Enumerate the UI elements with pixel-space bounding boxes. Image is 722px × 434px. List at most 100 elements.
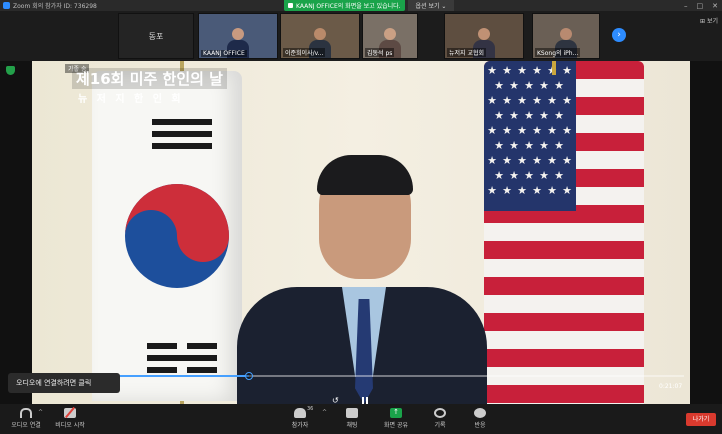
stars-icon: ★ ★ ★ ★ ★ ★ ★ ★ ★ ★ ★ ★ ★ ★ ★ ★ ★ ★ ★ ★ ★ ★ ★ ★ ★ ★ ★ ★ ★ ★ ★ ★ ★ ★ ★ ★ ★ ★ ★ ★… xyxy=(487,64,572,197)
speaker-hair xyxy=(317,155,413,195)
svg-text:★: ★ xyxy=(524,169,534,182)
participant-tile[interactable]: 이준희이사/v... xyxy=(280,13,360,59)
meeting-toolbar: 오디오 연결 ^ 비디오 시작 36 참가자 ^ 채팅 ↑ 화면 공유 기록 반… xyxy=(0,404,722,434)
svg-text:★: ★ xyxy=(547,94,557,107)
us-flag-pole xyxy=(552,61,556,75)
svg-text:★: ★ xyxy=(509,109,519,122)
svg-text:★: ★ xyxy=(532,124,542,137)
svg-text:★: ★ xyxy=(562,154,572,167)
event-organization: 뉴 저 지 한 인 회 xyxy=(78,94,184,105)
speaker-figure xyxy=(232,155,492,404)
participant-tile[interactable]: KSong의 iPh... xyxy=(532,13,600,59)
svg-text:★: ★ xyxy=(509,139,519,152)
svg-text:★: ★ xyxy=(532,184,542,197)
reactions-label: 반응 xyxy=(474,422,486,429)
maximize-button[interactable]: □ xyxy=(697,2,704,10)
chat-label: 채팅 xyxy=(346,422,358,429)
svg-text:★: ★ xyxy=(539,109,549,122)
svg-text:★: ★ xyxy=(502,94,512,107)
elapsed-time: 0:21:07 xyxy=(659,383,683,390)
svg-text:★: ★ xyxy=(502,124,512,137)
svg-text:★: ★ xyxy=(524,109,534,122)
shared-screen-area: ★ ★ ★ ★ ★ ★ ★ ★ ★ ★ ★ ★ ★ ★ ★ ★ ★ ★ ★ ★ ★ ★ ★ ★ ★ ★ ★ ★ ★ ★ ★ ★ ★ ★ ★ ★ ★ ★ ★ ★… xyxy=(0,61,722,404)
video-progress-bar[interactable] xyxy=(54,372,684,380)
participants-count: 36 xyxy=(307,406,314,412)
audio-options-chevron-icon[interactable]: ^ xyxy=(38,409,43,416)
participant-tile[interactable]: 김동석 ps xyxy=(362,13,418,59)
participant-name: KAANJ OFFICE xyxy=(201,50,247,57)
screen-share-banner: KAANJ OFFICE의 화면을 보고 있습니다. xyxy=(284,0,405,11)
svg-text:★: ★ xyxy=(539,139,549,152)
share-screen-button[interactable]: ↑ 화면 공유 xyxy=(374,406,418,432)
zoom-logo-icon xyxy=(3,2,10,9)
rewind-icon[interactable]: ↺ xyxy=(332,396,339,404)
svg-text:★: ★ xyxy=(517,184,527,197)
headphones-icon xyxy=(20,408,32,418)
svg-text:★: ★ xyxy=(502,64,512,77)
participants-label: 참가자 xyxy=(291,422,309,429)
us-flag-canton: ★ ★ ★ ★ ★ ★ ★ ★ ★ ★ ★ ★ ★ ★ ★ ★ ★ ★ ★ ★ ★ ★ ★ ★ ★ ★ ★ ★ ★ ★ ★ ★ ★ ★ ★ ★ ★ ★ ★ ★… xyxy=(484,61,576,211)
svg-text:★: ★ xyxy=(524,79,534,92)
participant-tile[interactable]: 뉴저지 교협회 xyxy=(444,13,524,59)
svg-text:★: ★ xyxy=(517,154,527,167)
svg-text:★: ★ xyxy=(539,169,549,182)
korean-flag xyxy=(92,71,242,401)
reactions-icon xyxy=(474,408,486,418)
label-tile[interactable]: 동포 xyxy=(118,13,194,59)
svg-text:★: ★ xyxy=(554,79,564,92)
minimize-button[interactable]: – xyxy=(684,2,688,10)
record-label: 기록 xyxy=(434,422,446,429)
gallery-view-toggle[interactable]: ⊞ 보기 xyxy=(700,16,718,25)
audio-connect-tooltip[interactable]: 오디오에 연결하려면 클릭 xyxy=(8,373,120,393)
window-controls: – □ ✕ xyxy=(684,0,718,11)
svg-text:★: ★ xyxy=(562,64,572,77)
chat-button[interactable]: 채팅 xyxy=(330,406,374,432)
svg-text:★: ★ xyxy=(487,64,497,77)
svg-text:★: ★ xyxy=(562,94,572,107)
record-button[interactable]: 기록 xyxy=(418,406,462,432)
svg-text:★: ★ xyxy=(562,124,572,137)
event-title: 제16회 미주 한인의 날 xyxy=(72,68,227,89)
participants-icon: 36 xyxy=(294,406,313,418)
shield-icon[interactable] xyxy=(6,66,15,75)
participant-name: 뉴저지 교협회 xyxy=(447,48,487,57)
svg-text:★: ★ xyxy=(517,124,527,137)
screen-share-text: KAANJ OFFICE의 화면을 보고 있습니다. xyxy=(296,3,401,10)
share-screen-icon: ↑ xyxy=(390,408,402,418)
svg-text:★: ★ xyxy=(547,184,557,197)
leave-meeting-button[interactable]: 나가기 xyxy=(686,413,716,426)
reactions-button[interactable]: 반응 xyxy=(458,406,502,432)
participant-tile[interactable]: KAANJ OFFICE xyxy=(198,13,278,59)
screen-share-icon xyxy=(288,3,293,8)
svg-text:★: ★ xyxy=(494,139,504,152)
view-options-button[interactable]: 옵션 보기 ⌄ xyxy=(408,0,454,11)
svg-text:★: ★ xyxy=(547,124,557,137)
pause-icon[interactable] xyxy=(358,397,372,404)
zoom-meeting-window: Zoom 회의 참가자 ID: 736298 KAANJ OFFICE의 화면을… xyxy=(0,0,722,434)
participant-gallery: 동포 KAANJ OFFICE 이준희이사/v... 김동석 ps 뉴저지 교협… xyxy=(0,11,722,61)
svg-text:★: ★ xyxy=(502,184,512,197)
svg-text:★: ★ xyxy=(532,154,542,167)
close-button[interactable]: ✕ xyxy=(712,2,718,10)
svg-text:★: ★ xyxy=(494,109,504,122)
participants-button[interactable]: 36 참가자 xyxy=(278,406,322,432)
svg-text:★: ★ xyxy=(487,94,497,107)
taegeuk-emblem-icon xyxy=(125,119,229,373)
svg-text:★: ★ xyxy=(539,79,549,92)
shared-video: ★ ★ ★ ★ ★ ★ ★ ★ ★ ★ ★ ★ ★ ★ ★ ★ ★ ★ ★ ★ ★ ★ ★ ★ ★ ★ ★ ★ ★ ★ ★ ★ ★ ★ ★ ★ ★ ★ ★ ★… xyxy=(32,61,690,404)
participant-name: 이준희이사/v... xyxy=(283,48,326,57)
chevron-right-icon[interactable]: › xyxy=(612,28,626,42)
svg-text:★: ★ xyxy=(509,169,519,182)
start-video-button[interactable]: 비디오 시작 xyxy=(48,406,92,432)
svg-text:★: ★ xyxy=(517,64,527,77)
svg-text:★: ★ xyxy=(509,79,519,92)
participant-name: KSong의 iPh... xyxy=(535,48,581,57)
svg-text:★: ★ xyxy=(554,109,564,122)
join-audio-label: 오디오 연결 xyxy=(11,422,41,429)
svg-text:★: ★ xyxy=(494,169,504,182)
svg-text:★: ★ xyxy=(554,139,564,152)
record-icon xyxy=(434,408,446,418)
svg-text:★: ★ xyxy=(554,169,564,182)
svg-text:★: ★ xyxy=(532,64,542,77)
participants-chevron-icon[interactable]: ^ xyxy=(322,409,327,416)
